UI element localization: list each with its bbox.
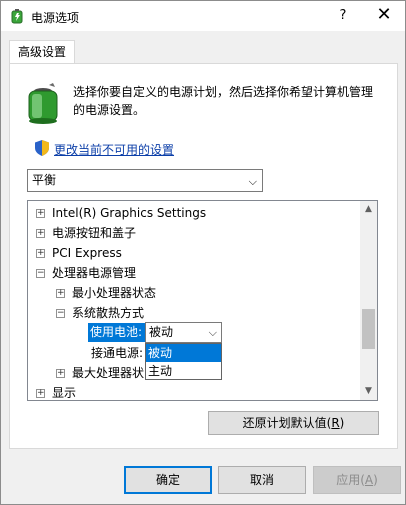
window-title: 电源选项 (31, 11, 80, 25)
power-options-window: 电源选项 ? ✕ 高级设置 选择你要自定义的电源计划，然后选择你希望计算机管理的… (0, 0, 406, 505)
expand-icon[interactable]: + (36, 249, 45, 258)
apply-button[interactable]: 应用(A) (313, 466, 401, 494)
dropdown-option-passive[interactable]: 被动 (146, 344, 221, 362)
power-plan-select[interactable]: 平衡 ⌵ (27, 169, 263, 192)
cooling-policy-dropdown: 被动 主动 (145, 343, 222, 380)
chevron-down-icon: ⌵ (208, 326, 217, 339)
cooling-policy-select[interactable]: 被动 ⌵ (145, 322, 222, 343)
shield-icon (35, 140, 49, 156)
power-plan-value: 平衡 (32, 173, 57, 187)
scroll-thumb[interactable] (362, 309, 375, 349)
power-options-icon (11, 9, 23, 24)
tree-item-label: 最小处理器状态 (72, 286, 157, 300)
expand-icon[interactable]: + (56, 369, 65, 378)
tree-item-label: 显示 (52, 386, 77, 400)
ok-button[interactable]: 确定 (124, 466, 212, 494)
scroll-down-icon[interactable]: ▼ (360, 383, 377, 400)
apply-label: 应用( (336, 473, 365, 487)
dropdown-option-active[interactable]: 主动 (146, 362, 221, 380)
tree-item-label: 系统散热方式 (72, 306, 145, 320)
tree-scrollbar[interactable]: ▲ ▼ (360, 201, 377, 400)
expand-icon[interactable]: + (36, 389, 45, 398)
restore-label: 还原计划默认值( (242, 416, 332, 430)
tree-item-label: PCI Express (52, 246, 122, 260)
tree-item-label: Intel(R) Graphics Settings (52, 206, 207, 220)
help-button[interactable]: ? (323, 1, 363, 31)
collapse-icon[interactable]: − (36, 269, 45, 278)
close-button[interactable]: ✕ (363, 1, 405, 31)
expand-icon[interactable]: + (56, 289, 65, 298)
tab-advanced-settings[interactable]: 高级设置 (9, 40, 75, 64)
collapse-icon[interactable]: − (56, 309, 65, 318)
expand-icon[interactable]: + (36, 229, 45, 238)
restore-plan-defaults-button[interactable]: 还原计划默认值(R) (208, 411, 379, 435)
tree-item-label: 处理器电源管理 (52, 266, 137, 280)
apply-mnemonic: A (364, 473, 374, 487)
battery-icon (28, 83, 58, 124)
change-unavailable-settings-link[interactable]: 更改当前不可用的设置 (54, 141, 174, 158)
chevron-down-icon: ⌵ (248, 175, 257, 188)
tree-item-plugged-in[interactable]: 接通电源: (91, 343, 143, 363)
tree-item-label: 最大处理器状 (72, 366, 145, 380)
cancel-button[interactable]: 取消 (218, 466, 306, 494)
apply-suffix: ) (373, 473, 378, 487)
title-bar: 电源选项 ? ✕ (1, 1, 405, 31)
tree-item-on-battery[interactable]: 使用电池: (88, 323, 146, 342)
tree-item-label: 接通电源: (91, 346, 144, 360)
description-text: 选择你要自定义的电源计划，然后选择你希望计算机管理的电源设置。 (73, 85, 374, 117)
tree-item-label: 电源按钮和盖子 (52, 226, 137, 240)
restore-suffix: ) (339, 416, 345, 430)
cooling-policy-value: 被动 (149, 325, 174, 339)
expand-icon[interactable]: + (36, 209, 45, 218)
restore-mnemonic: R (331, 416, 340, 430)
scroll-up-icon[interactable]: ▲ (360, 201, 377, 218)
